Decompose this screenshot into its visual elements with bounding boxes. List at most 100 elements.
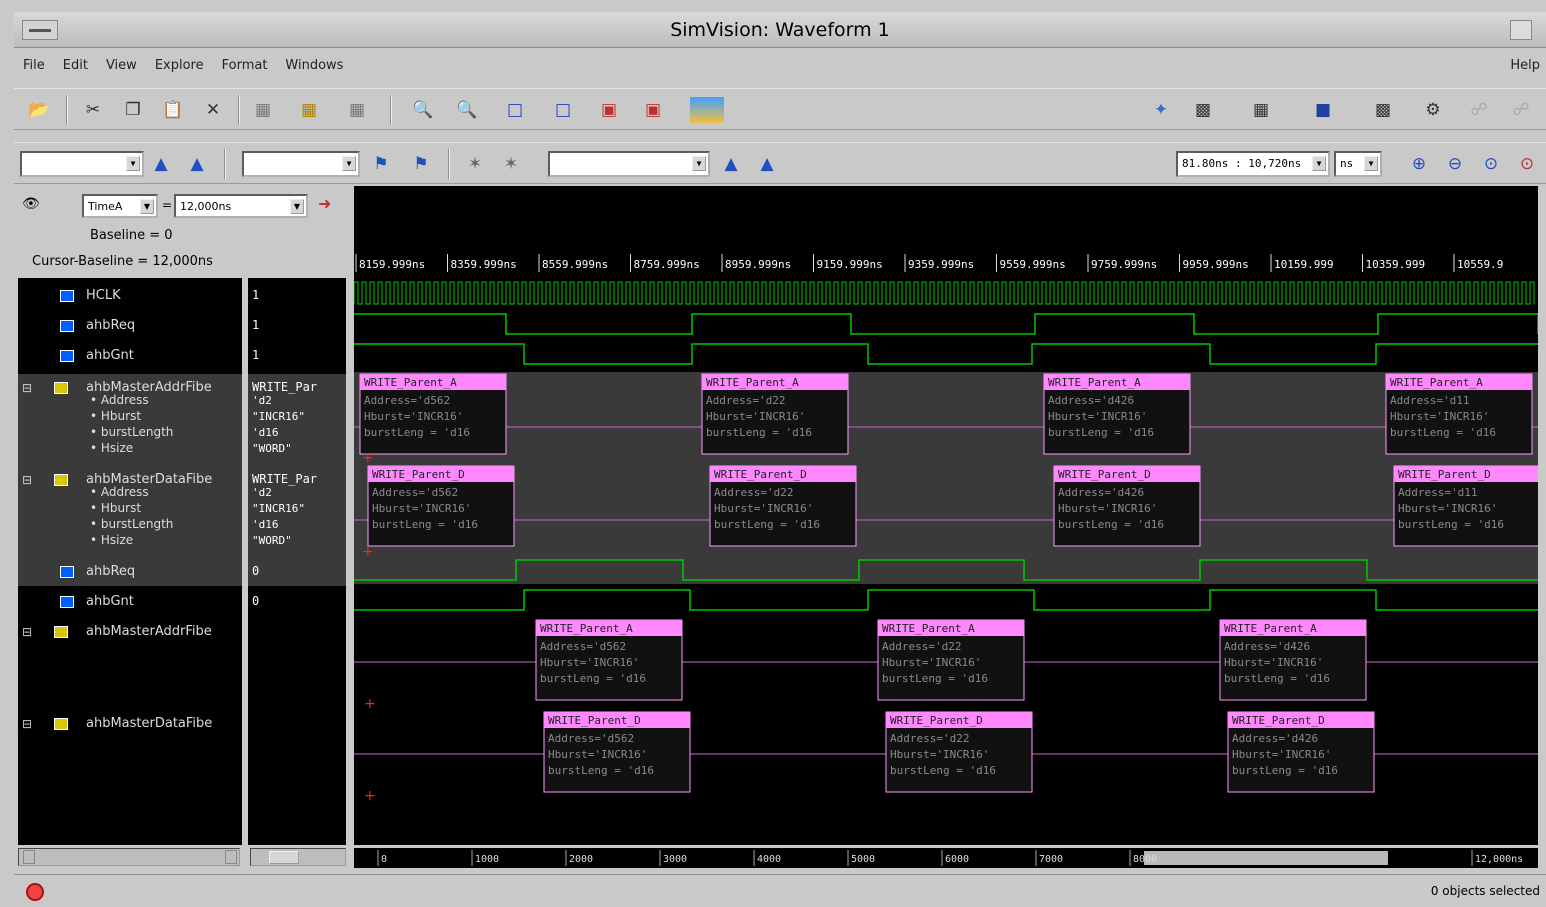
- signal-name-line: ahbGnt: [18, 588, 242, 616]
- expand-toggle-icon[interactable]: ⊟: [22, 618, 32, 646]
- scroll-left-icon[interactable]: [23, 850, 35, 864]
- signal-field-name[interactable]: • Hsize: [18, 440, 242, 456]
- search-times-next-icon[interactable]: ✶: [498, 151, 524, 177]
- signal-field-name[interactable]: • Hburst: [18, 500, 242, 516]
- zoom-out-icon[interactable]: ⊖: [1442, 151, 1468, 177]
- zoom-in-icon[interactable]: ⊕: [1406, 151, 1432, 177]
- signal-name[interactable]: ahbReq: [86, 312, 135, 340]
- selected-band: [354, 372, 1538, 584]
- signal-field-name[interactable]: • burstLength: [18, 424, 242, 440]
- addr-transaction-title: WRITE_Parent_A: [1048, 376, 1141, 389]
- signal-name[interactable]: HCLK: [86, 282, 121, 310]
- menu-windows[interactable]: Windows: [276, 58, 352, 73]
- signal-name[interactable]: ahbGnt: [86, 342, 134, 370]
- signal-field-value: "INCR16": [252, 410, 305, 423]
- time-overview-bar[interactable]: 01000200030004000500060007000800012,000n…: [354, 848, 1538, 868]
- search-next-icon[interactable]: ▲: [184, 151, 210, 177]
- names-scrollbar[interactable]: [18, 848, 240, 866]
- minimize-button[interactable]: [1510, 20, 1532, 40]
- cursor-eye-icon[interactable]: 👁: [22, 196, 52, 214]
- menu-bar: File Edit View Explore Format Windows He…: [14, 50, 1546, 80]
- paste-icon[interactable]: 📋: [160, 97, 186, 123]
- values-scrollbar[interactable]: [250, 848, 346, 866]
- overview-tick-label: 2000: [569, 854, 593, 865]
- zoom-fit-icon[interactable]: ⊙: [1478, 151, 1504, 177]
- time-unit-select[interactable]: ns ▼: [1334, 151, 1382, 177]
- watch-icon[interactable]: ⚙: [1420, 97, 1446, 123]
- collapse-icon[interactable]: ▦: [344, 97, 370, 123]
- value-prev-icon[interactable]: ⚑: [368, 151, 394, 177]
- time-overview-canvas[interactable]: 01000200030004000500060007000800012,000n…: [354, 848, 1538, 868]
- signal-name[interactable]: ahbMasterAddrFibe: [86, 618, 212, 646]
- cursor-time-input[interactable]: 12,000ns ▼: [174, 194, 308, 218]
- signal-field-name[interactable]: • Address: [18, 392, 242, 408]
- marker-right-icon[interactable]: □: [550, 97, 576, 123]
- zoom-search-icon[interactable]: 🔍: [454, 97, 480, 123]
- time-range-input[interactable]: 81.80ns : 10,720ns ▼: [1176, 151, 1330, 177]
- edge-prev-icon[interactable]: ▣: [596, 97, 622, 123]
- waveform-canvas[interactable]: 8159.999ns 8359.999ns 8559.999ns 8759.999ns…: [353, 186, 1541, 845]
- cut-icon[interactable]: ✂: [80, 97, 106, 123]
- menu-file[interactable]: File: [14, 58, 54, 73]
- send-to-icon[interactable]: ✦: [1148, 97, 1174, 123]
- waveform-panel[interactable]: 8159.999ns 8359.999ns 8559.999ns 8759.999ns…: [353, 186, 1541, 845]
- cursor-go-icon[interactable]: ➜: [318, 194, 331, 213]
- register-icon[interactable]: ▦: [1248, 97, 1274, 123]
- signal-name[interactable]: ahbGnt: [86, 588, 134, 616]
- group-icon[interactable]: ▦: [296, 97, 322, 123]
- design-browser-icon[interactable]: ▩: [1190, 97, 1216, 123]
- marker-icon: +: [362, 544, 374, 560]
- properties-icon[interactable]: ☍: [1466, 97, 1492, 123]
- copy-icon[interactable]: ❐: [120, 97, 146, 123]
- values-scroll-thumb[interactable]: [269, 851, 299, 864]
- value-next-icon[interactable]: ⚑: [408, 151, 434, 177]
- addr-transaction-b-title: WRITE_Parent_A: [540, 622, 633, 635]
- signal-name[interactable]: ahbMasterDataFibe: [86, 710, 212, 738]
- menu-explore[interactable]: Explore: [146, 58, 213, 73]
- search-times-icon[interactable]: ✶: [462, 151, 488, 177]
- memory-icon[interactable]: ▩: [1370, 97, 1396, 123]
- marker-left-icon[interactable]: □: [502, 97, 528, 123]
- search-prev-icon[interactable]: ▲: [148, 151, 174, 177]
- cursor-baseline-label: Cursor-Baseline = 12,000ns: [32, 254, 213, 269]
- signal-field-name[interactable]: • Hsize: [18, 532, 242, 548]
- signal-value: 1: [252, 318, 260, 332]
- window-menu-button[interactable]: [22, 20, 58, 40]
- expand-toggle-icon[interactable]: ⊟: [22, 710, 32, 738]
- source-icon[interactable]: ■: [1310, 97, 1336, 123]
- time-next-icon[interactable]: ▲: [754, 151, 780, 177]
- edge-next-icon[interactable]: ▣: [640, 97, 666, 123]
- search-names-combo[interactable]: ▼: [20, 151, 144, 177]
- signal-field-name[interactable]: • Address: [18, 484, 242, 500]
- menu-edit[interactable]: Edit: [54, 58, 97, 73]
- stop-icon[interactable]: [26, 883, 44, 901]
- zoom-cursor-icon[interactable]: ⊙: [1514, 151, 1540, 177]
- menu-format[interactable]: Format: [213, 58, 277, 73]
- menu-help[interactable]: Help: [1501, 58, 1546, 73]
- addr-transaction-b-line: Hburst='INCR16': [1224, 656, 1323, 669]
- data-transaction-title: WRITE_Parent_D: [372, 468, 465, 481]
- time-prev-icon[interactable]: ▲: [718, 151, 744, 177]
- search-time-combo[interactable]: ▼: [548, 151, 710, 177]
- search-values-combo[interactable]: ▼: [242, 151, 360, 177]
- data-transaction-b-line: burstLeng = 'd16: [1232, 764, 1338, 777]
- overview-tick-label: 5000: [851, 854, 875, 865]
- overview-viewport[interactable]: [1144, 851, 1388, 865]
- expand-icon[interactable]: ▦: [250, 97, 276, 123]
- signal-values-panel: 1 1 1 WRITE_Par'd2 "INCR16"'d16 "WORD" WRITE_P…: [248, 278, 346, 845]
- signal-name[interactable]: ahbReq: [86, 558, 135, 586]
- signal-name-line: ahbGnt: [18, 342, 242, 370]
- open-icon[interactable]: 📂: [26, 97, 52, 123]
- menu-view[interactable]: View: [97, 58, 146, 73]
- addr-transaction-line: burstLeng = 'd16: [1048, 426, 1154, 439]
- delete-icon[interactable]: ✕: [200, 97, 226, 123]
- cursor-select[interactable]: TimeA ▼: [82, 194, 158, 218]
- zoom-find-icon[interactable]: 🔍: [410, 97, 436, 123]
- schematic-icon[interactable]: [690, 97, 724, 123]
- extra-icon[interactable]: ☍: [1508, 97, 1534, 123]
- signal-field-name[interactable]: • Hburst: [18, 408, 242, 424]
- scroll-right-icon[interactable]: [225, 850, 237, 864]
- signal-field-name[interactable]: • burstLength: [18, 516, 242, 532]
- addr-transaction-line: Hburst='INCR16': [706, 410, 805, 423]
- cursor-panel: 👁 TimeA ▼ = 12,000ns ▼ ➜ Baseline = 0 Curs…: [14, 186, 354, 276]
